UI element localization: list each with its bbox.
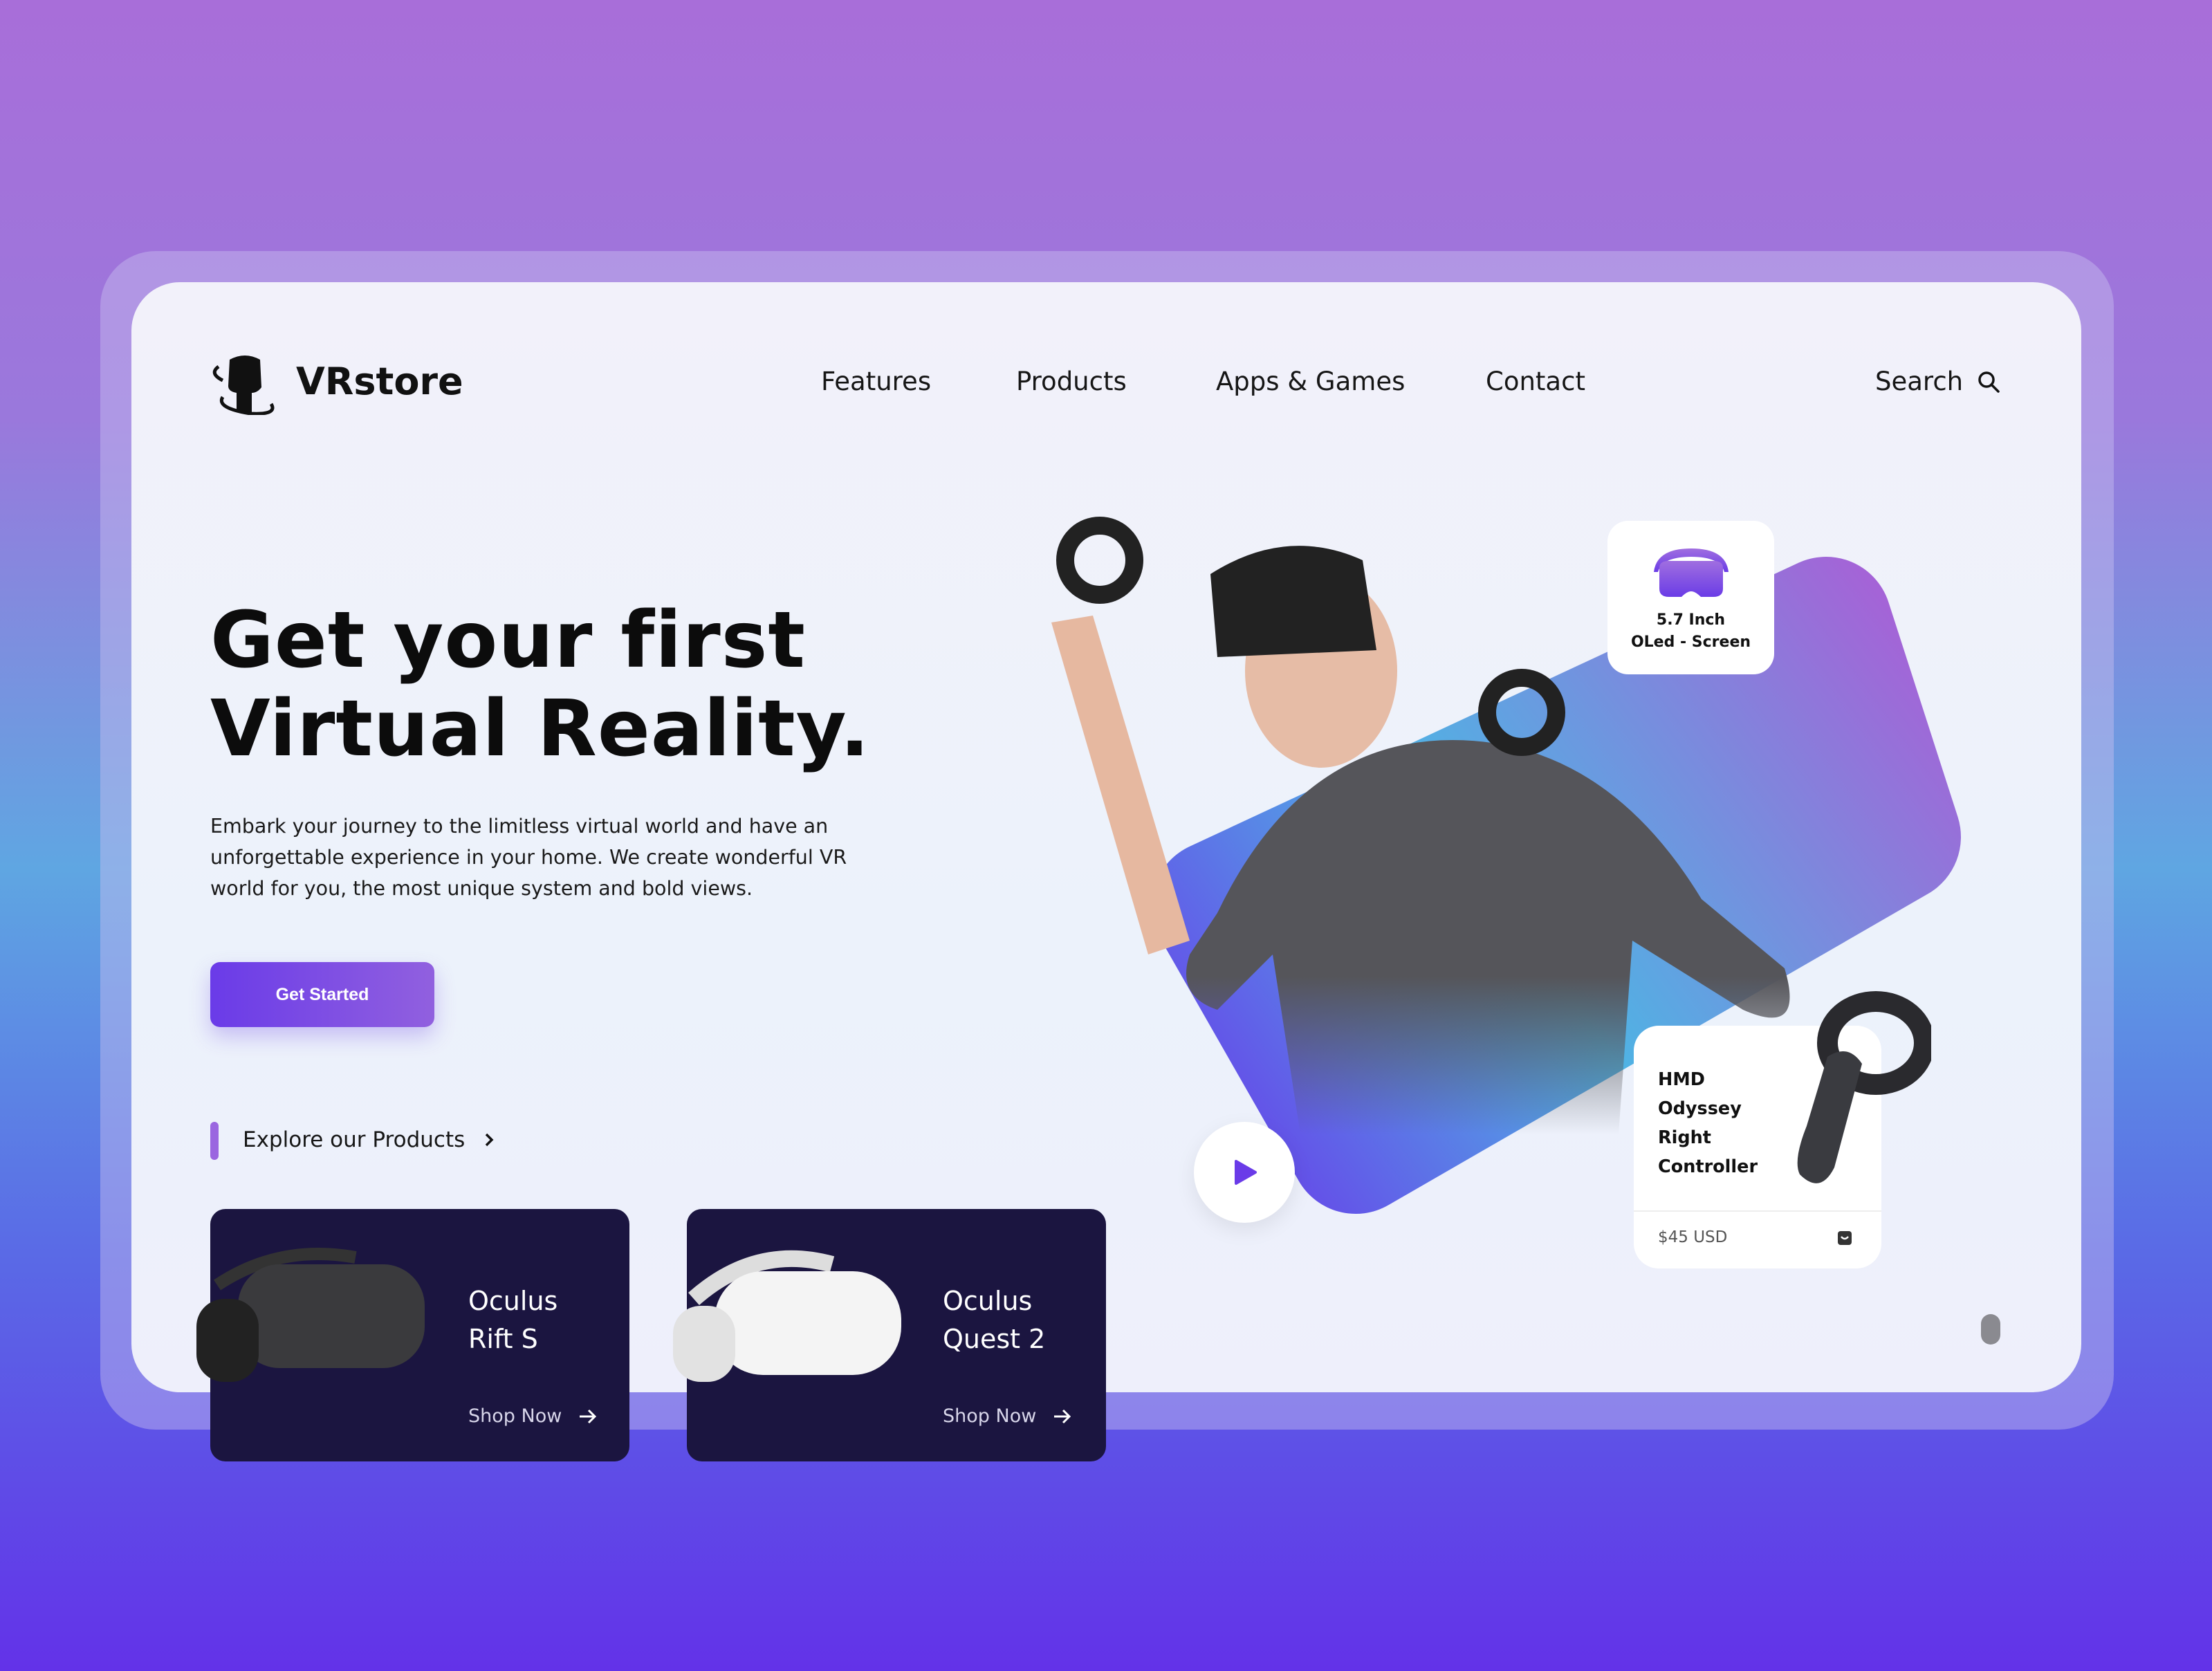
play-video-button[interactable]: [1194, 1122, 1295, 1223]
hero-description: Embark your journey to the limitless vir…: [210, 811, 902, 904]
product-card-rift-s[interactable]: Oculus Rift S Shop Now: [196, 1209, 629, 1461]
explore-label: Explore our Products: [243, 1127, 466, 1152]
search-label: Search: [1875, 367, 1964, 396]
arrow-right-icon: [580, 1409, 597, 1423]
spec-line: OLed - Screen: [1630, 634, 1751, 651]
product-name: Oculus Rift S: [468, 1286, 558, 1354]
controller-name: HMD Odyssey Right Controller: [1658, 1069, 1758, 1177]
product-card-quest-2[interactable]: Oculus Quest 2 Shop Now: [673, 1209, 1106, 1461]
vr-headset-head-icon: [212, 356, 275, 416]
arrow-right-icon: [1054, 1409, 1071, 1423]
logo[interactable]: [209, 353, 281, 418]
chevron-right-icon: [486, 1133, 494, 1147]
description-line: Embark your journey to the limitless vir…: [210, 815, 829, 838]
play-icon: [1235, 1160, 1257, 1185]
price: $45 USD: [1658, 1228, 1728, 1246]
heading-line: Virtual Reality.: [210, 684, 870, 774]
description-line: unforgettable experience in your home. W…: [210, 846, 847, 869]
spec-line: 5.7 Inch: [1656, 611, 1726, 629]
search-icon: [1978, 371, 2000, 393]
controller-product-card[interactable]: HMD Odyssey Right Controller $45 USD: [1634, 991, 1931, 1268]
shop-now-link[interactable]: Shop Now: [468, 1405, 598, 1427]
explore-products-link[interactable]: Explore our Products: [243, 1127, 495, 1152]
description-line: world for you, the most unique system an…: [210, 877, 753, 900]
product-name: Oculus Quest 2: [943, 1286, 1046, 1354]
search-button[interactable]: Search: [1875, 367, 2000, 396]
brand-name[interactable]: VRstore: [296, 360, 463, 403]
get-started-button[interactable]: Get Started: [210, 962, 434, 1027]
nav-contact[interactable]: Contact: [1486, 367, 1585, 396]
nav-apps-games[interactable]: Apps & Games: [1216, 367, 1405, 396]
hero-heading: Get your first Virtual Reality.: [210, 596, 870, 773]
explore-accent-bar: [210, 1122, 219, 1160]
shop-now-link[interactable]: Shop Now: [943, 1405, 1072, 1427]
scroll-mouse-icon[interactable]: [1981, 1314, 2000, 1345]
nav-features[interactable]: Features: [821, 367, 931, 396]
vr-headset-icon: [1653, 548, 1729, 597]
oculus-quest-image: [673, 1250, 901, 1382]
shopping-bag-icon[interactable]: [1837, 1230, 1852, 1246]
card-divider: [1634, 1210, 1881, 1212]
controller-image: [1797, 991, 1931, 1183]
spec-card: 5.7 Inch OLed - Screen: [1607, 521, 1774, 674]
nav-products[interactable]: Products: [1016, 367, 1127, 396]
heading-line: Get your first: [210, 596, 806, 685]
oculus-rift-image: [196, 1248, 425, 1382]
